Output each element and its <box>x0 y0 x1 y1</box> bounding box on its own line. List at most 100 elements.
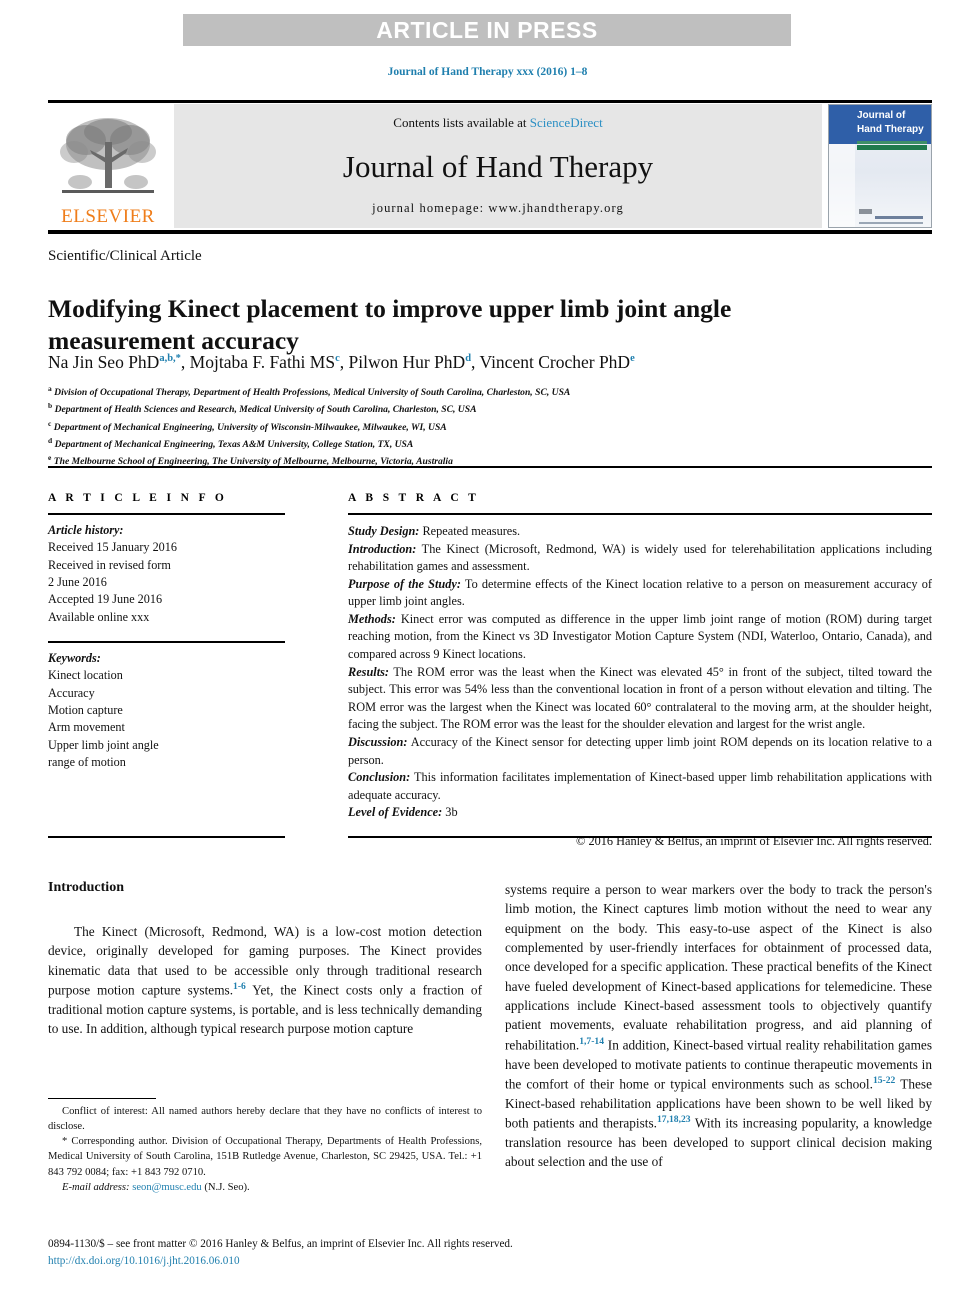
keyword-item: range of motion <box>48 754 126 769</box>
article-type-label: Scientific/Clinical Article <box>48 248 202 264</box>
affiliation-item: b Department of Health Sciences and Rese… <box>48 401 477 416</box>
article-history-label: Article history: <box>48 523 124 537</box>
abstract-section-text: This information facilitates implementat… <box>348 770 932 802</box>
abstract-column: A B S T R A C T Study Design: Repeated m… <box>348 492 932 849</box>
page-title: Modifying Kinect placement to improve up… <box>48 294 732 356</box>
article-history-items: Received 15 January 2016 Received in revi… <box>48 539 285 626</box>
abstract-section-text: The ROM error was the least when the Kin… <box>348 664 932 732</box>
imprint-front-matter: 0894-1130/$ – see front matter © 2016 Ha… <box>48 1238 513 1250</box>
keywords-block: Keywords: Kinect location Accuracy Motion … <box>48 650 285 771</box>
article-history-item: 2 June 2016 <box>48 574 107 589</box>
article-history-item: Accepted 19 June 2016 <box>48 592 163 607</box>
abstract-section: Introduction: The Kinect (Microsoft, Red… <box>348 541 932 576</box>
imprint-block: 0894-1130/$ – see front matter © 2016 Ha… <box>48 1236 932 1270</box>
author-email-link[interactable]: seon@musc.edu <box>132 1182 201 1193</box>
abstract-section-text: 3b <box>442 805 458 820</box>
affiliation-item: d Department of Mechanical Engineering, … <box>48 436 414 451</box>
cover-footer-mark <box>859 209 872 214</box>
keyword-items: Kinect location Accuracy Motion capture Arm… <box>48 667 285 771</box>
sciencedirect-link[interactable]: ScienceDirect <box>530 115 603 130</box>
abstract-section-text: Accuracy of the Kinect sensor for detect… <box>348 734 932 767</box>
abstract-heading: A B S T R A C T <box>348 492 480 504</box>
affiliation-item: a Division of Occupational Therapy, Depa… <box>48 384 571 399</box>
abstract-section-label: Study Design: <box>348 524 420 538</box>
abstract-section-label: Results: <box>348 664 389 679</box>
journal-masthead: ELSEVIER Contents lists available at Sci… <box>48 104 932 228</box>
abstract-bottom-rule <box>348 836 932 838</box>
abstract-section-label: Discussion: <box>348 734 408 749</box>
abstract-section: Conclusion: This information facilitates… <box>348 769 932 804</box>
keywords-label: Keywords: <box>48 650 101 665</box>
abstract-rule <box>348 513 932 515</box>
abstract-section-text: Kinect error was computed as difference … <box>348 611 932 662</box>
abstract-section-label: Conclusion: <box>348 770 411 785</box>
keywords-top-rule <box>48 640 285 643</box>
abstract-section-label: Purpose of the Study: <box>348 576 461 591</box>
keyword-item: Arm movement <box>48 720 125 735</box>
article-info-heading: A R T I C L E I N F O <box>48 492 228 504</box>
cover-title-line-2: Hand Therapy <box>857 123 924 135</box>
author-list: Na Jin Seo PhDa,b,*, Mojtaba F. Fathi MS… <box>48 352 635 372</box>
abstract-section-label: Methods: <box>348 611 396 626</box>
cover-title-line-1: Journal of <box>857 110 906 121</box>
affiliation-list: a Division of Occupational Therapy, Depa… <box>48 383 928 470</box>
cover-left-strip <box>829 144 855 227</box>
abstract-section-text: The Kinect (Microsoft, Redmond, WA) is w… <box>348 541 932 574</box>
article-history-item: Received in revised form <box>48 557 171 572</box>
cover-accent-bar <box>857 145 927 150</box>
article-info-column: A R T I C L E I N F O Article history: R… <box>48 492 285 771</box>
journal-title: Journal of Hand Therapy <box>342 148 654 184</box>
journal-citation-line: Journal of Hand Therapy xxx (2016) 1–8 <box>387 66 588 78</box>
abstract-section: Results: The ROM error was the least whe… <box>348 664 932 734</box>
keyword-item: Upper limb joint angle <box>48 737 159 752</box>
article-in-press-banner: ARTICLE IN PRESS <box>183 14 791 46</box>
abstract-section: Level of Evidence: 3b <box>348 804 932 822</box>
elsevier-logo: ELSEVIER <box>48 104 168 228</box>
introduction-paragraph-left: The Kinect (Microsoft, Redmond, WA) is a… <box>48 924 482 1037</box>
abstract-section-label: Level of Evidence: <box>348 805 443 820</box>
corresponding-author-note: * Corresponding author. Division of Occu… <box>48 1136 482 1178</box>
article-history-item: Available online xxx <box>48 609 150 624</box>
journal-cover-thumbnail[interactable]: Journal of Hand Therapy <box>828 104 932 228</box>
abstract-section: Discussion: Accuracy of the Kinect senso… <box>348 734 932 769</box>
contents-available-line: Contents lists available at ScienceDirec… <box>393 115 602 131</box>
body-column-right: systems require a person to wear markers… <box>505 880 932 1171</box>
email-address-label: E-mail address: <box>62 1181 130 1193</box>
email-note: E-mail address: seon@musc.edu (N.J. Seo)… <box>48 1180 482 1195</box>
cover-footer-line-2 <box>859 222 923 224</box>
body-column-left: Introduction The Kinect (Microsoft, Redm… <box>48 880 482 1038</box>
doi-link[interactable]: http://dx.doi.org/10.1016/j.jht.2016.06.… <box>48 1253 932 1270</box>
abstract-section: Purpose of the Study: To determine effec… <box>348 576 932 611</box>
article-info-rule <box>48 513 285 515</box>
footnote-divider <box>48 1098 156 1099</box>
abstract-section: Methods: Kinect error was computed as di… <box>348 611 932 664</box>
abstract-body: Study Design: Repeated measures. Introduc… <box>348 523 932 822</box>
introduction-heading: Introduction <box>48 880 124 895</box>
conflict-of-interest-note: Conflict of interest: All named authors … <box>48 1106 482 1133</box>
article-history-item: Received 15 January 2016 <box>48 540 177 555</box>
article-in-press-label: ARTICLE IN PRESS <box>376 16 598 43</box>
email-suffix: (N.J. Seo). <box>201 1181 250 1193</box>
journal-homepage[interactable]: journal homepage: www.jhandtherapy.org <box>372 201 624 216</box>
cover-accent-bar-upper <box>857 141 927 144</box>
elsevier-wordmark: ELSEVIER <box>61 206 155 227</box>
footnotes-block: Conflict of interest: All named authors … <box>48 1104 482 1195</box>
abstract-section-label: Introduction: <box>348 541 417 556</box>
masthead-rule-top <box>48 100 932 103</box>
elsevier-tree-icon <box>56 114 160 206</box>
keyword-item: Motion capture <box>48 702 123 717</box>
article-history-block: Article history: Received 15 January 201… <box>48 522 285 626</box>
abstract-section: Study Design: Repeated measures. <box>348 523 932 541</box>
contents-box: Contents lists available at ScienceDirec… <box>174 104 822 228</box>
info-bottom-rule <box>48 836 285 838</box>
keyword-item: Kinect location <box>48 668 123 683</box>
cover-title: Journal of Hand Therapy <box>857 109 924 136</box>
affiliation-item: c Department of Mechanical Engineering, … <box>48 418 447 433</box>
cover-footer-line <box>875 216 923 219</box>
keyword-item: Accuracy <box>48 685 95 700</box>
abstract-section-text: Repeated measures. <box>419 524 521 538</box>
masthead-rule-bottom <box>48 230 932 234</box>
introduction-paragraph-right: systems require a person to wear markers… <box>505 882 932 1170</box>
abstract-section-top-rule <box>48 466 932 468</box>
contents-prefix: Contents lists available at <box>393 115 530 130</box>
